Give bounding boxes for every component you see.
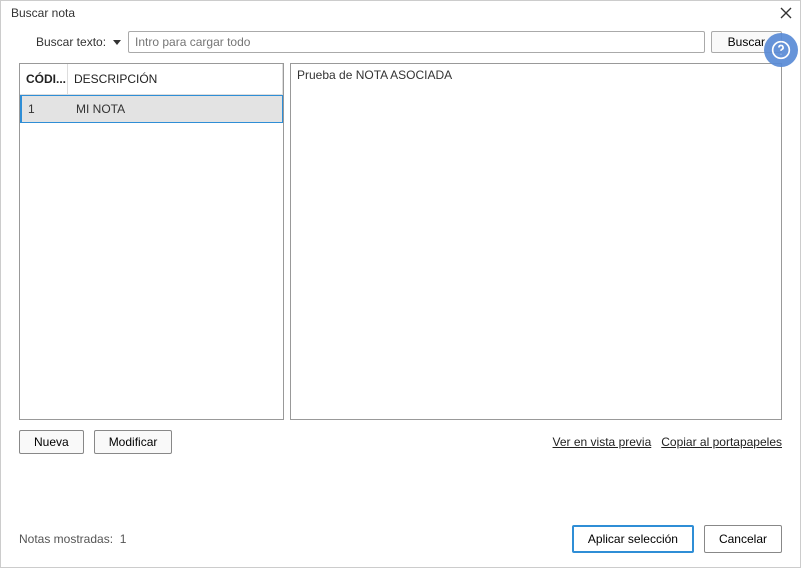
table-header: CÓDI... DESCRIPCIÓN [20,64,283,95]
list-panel: CÓDI... DESCRIPCIÓN 1 MI NOTA [19,63,284,420]
search-label: Buscar texto: [36,35,106,49]
preview-link[interactable]: Ver en vista previa [553,435,652,449]
search-row: Buscar texto: Buscar [1,23,800,63]
copy-clipboard-link[interactable]: Copiar al portapapeles [661,435,782,449]
preview-panel: Prueba de NOTA ASOCIADA [290,63,782,420]
cancel-button[interactable]: Cancelar [704,525,782,553]
count-value: 1 [120,532,127,546]
col-header-code[interactable]: CÓDI... [20,64,68,94]
footer-status: Notas mostradas: 1 [19,532,126,546]
modify-button[interactable]: Modificar [94,430,173,454]
footer: Notas mostradas: 1 Aplicar selección Can… [1,513,800,567]
main-area: CÓDI... DESCRIPCIÓN 1 MI NOTA Prueba de … [1,63,800,420]
search-input[interactable] [128,31,705,53]
below-main-row: Nueva Modificar Ver en vista previa Copi… [1,420,800,454]
window-title: Buscar nota [11,6,75,20]
preview-text: Prueba de NOTA ASOCIADA [297,68,452,82]
titlebar: Buscar nota [1,1,800,23]
apply-selection-button[interactable]: Aplicar selección [572,525,694,553]
close-icon[interactable] [778,5,794,21]
col-header-description[interactable]: DESCRIPCIÓN [68,64,283,94]
link-group-right: Ver en vista previa Copiar al portapapel… [553,435,782,449]
cell-code: 1 [22,96,70,122]
footer-buttons: Aplicar selección Cancelar [572,525,782,553]
chevron-down-icon[interactable] [112,37,122,47]
new-button[interactable]: Nueva [19,430,84,454]
help-icon[interactable] [764,33,798,67]
cell-description: MI NOTA [70,96,282,122]
table-row[interactable]: 1 MI NOTA [20,95,283,123]
count-label: Notas mostradas: [19,532,113,546]
button-group-left: Nueva Modificar [19,430,172,454]
